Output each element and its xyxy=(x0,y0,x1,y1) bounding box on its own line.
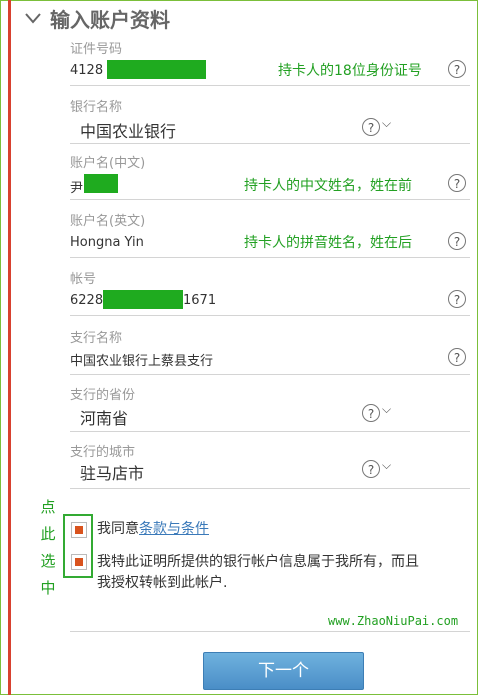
help-icon[interactable]: ? xyxy=(448,60,466,78)
field-label: 账户名(英文) xyxy=(70,214,146,229)
chevron-down-icon[interactable]: ⌵ xyxy=(382,116,391,131)
field-label: 支行的城市 xyxy=(70,445,136,460)
help-icon[interactable]: ? xyxy=(448,290,466,308)
chevron-down-icon[interactable]: ⌵ xyxy=(382,402,391,417)
side-note-char: 选 xyxy=(40,552,56,570)
field-label: 支行名称 xyxy=(70,331,123,346)
field-label: 支行的省份 xyxy=(70,388,136,403)
redaction-block xyxy=(107,60,206,79)
name-cn-value: 尹 xyxy=(70,181,84,196)
help-icon[interactable]: ? xyxy=(448,232,466,250)
id-number-field[interactable]: 证件号码 4128 持卡人的18位身份证号 ? xyxy=(70,38,470,86)
chevron-down-icon xyxy=(25,13,41,24)
province-select[interactable]: 支行的省份 河南省 ? ⌵ xyxy=(70,384,470,432)
certify-label: 我特此证明所提供的银行帐户信息属于我所有，而且 我授权转帐到此帐户. xyxy=(97,552,419,594)
help-icon[interactable]: ? xyxy=(448,348,466,366)
section-header[interactable]: 输入账户资料 xyxy=(24,4,170,32)
account-number-prefix: 6228 xyxy=(70,293,104,308)
redaction-block xyxy=(84,174,118,193)
divider xyxy=(70,631,470,632)
help-icon[interactable]: ? xyxy=(362,460,380,478)
field-label: 证件号码 xyxy=(70,42,123,57)
annotation-text: 持卡人的拼音姓名，姓在后 xyxy=(244,235,412,251)
annotation-text: 持卡人的中文姓名，姓在前 xyxy=(244,178,412,194)
agree-checkbox[interactable] xyxy=(71,522,87,538)
branch-name-value: 中国农业银行上蔡县支行 xyxy=(70,354,214,369)
province-value: 河南省 xyxy=(80,409,129,428)
field-label: 账户名(中文) xyxy=(70,156,146,171)
side-note: 点 此 选 中 xyxy=(38,494,58,602)
account-number-field[interactable]: 帐号 6228 1671 ? xyxy=(70,268,470,316)
certify-line: 我特此证明所提供的银行帐户信息属于我所有，而且 xyxy=(97,554,419,570)
certify-line: 我授权转帐到此帐户. xyxy=(97,575,228,591)
help-icon[interactable]: ? xyxy=(362,118,380,136)
next-button[interactable]: 下一个 xyxy=(203,652,364,690)
bank-name-value: 中国农业银行 xyxy=(80,122,177,141)
watermark: www.ZhaoNiuPai.com xyxy=(328,614,459,628)
redaction-block xyxy=(103,290,183,309)
side-note-char: 中 xyxy=(40,579,56,597)
name-cn-field[interactable]: 账户名(中文) 尹 持卡人的中文姓名，姓在前 ? xyxy=(70,152,470,200)
name-en-value: Hongna Yin xyxy=(70,235,144,250)
city-value: 驻马店市 xyxy=(80,464,145,483)
name-en-field[interactable]: 账户名(英文) Hongna Yin 持卡人的拼音姓名，姓在后 ? xyxy=(70,210,470,258)
city-select[interactable]: 支行的城市 驻马店市 ? ⌵ xyxy=(70,441,470,489)
id-number-value: 4128 xyxy=(70,63,104,78)
certify-checkbox[interactable] xyxy=(71,554,87,570)
left-rule xyxy=(8,0,11,695)
help-icon[interactable]: ? xyxy=(362,404,380,422)
chevron-down-icon[interactable]: ⌵ xyxy=(382,458,391,473)
terms-link[interactable]: 条款与条件 xyxy=(139,521,209,537)
agree-prefix: 我同意 xyxy=(97,521,139,537)
annotation-text: 持卡人的18位身份证号 xyxy=(278,63,422,79)
bank-name-select[interactable]: 银行名称 中国农业银行 ? ⌵ xyxy=(70,96,470,144)
side-note-char: 此 xyxy=(40,525,56,543)
branch-name-field[interactable]: 支行名称 中国农业银行上蔡县支行 ? xyxy=(70,327,470,375)
field-label: 银行名称 xyxy=(70,100,123,115)
help-icon[interactable]: ? xyxy=(448,174,466,192)
field-label: 帐号 xyxy=(70,272,97,287)
agree-label: 我同意条款与条件 xyxy=(97,519,209,540)
side-note-char: 点 xyxy=(40,498,56,516)
section-title: 输入账户资料 xyxy=(50,7,170,32)
account-number-suffix: 1671 xyxy=(183,293,217,308)
